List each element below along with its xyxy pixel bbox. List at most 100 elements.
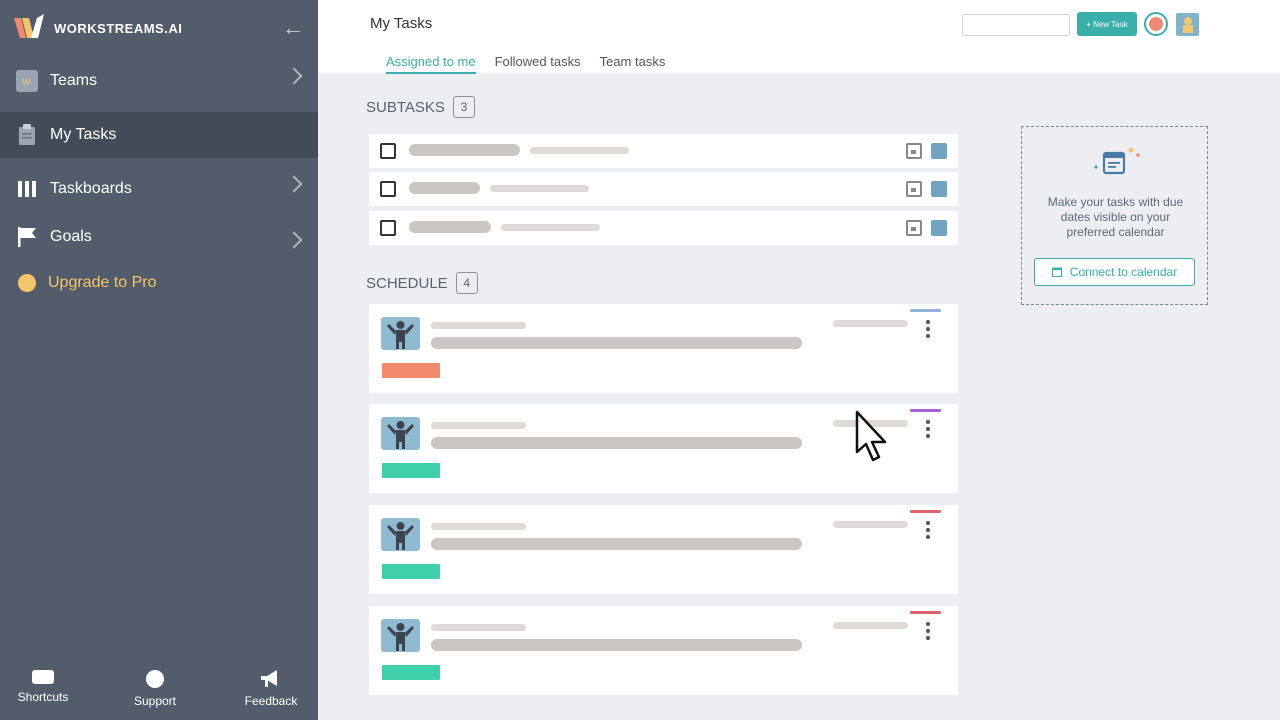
text-placeholder [431, 337, 802, 349]
date-placeholder [833, 622, 908, 629]
feedback-label: Feedback [244, 694, 298, 708]
sidebar-item-label: Taskboards [50, 180, 132, 197]
sidebar-item-teams[interactable]: W Teams [0, 58, 318, 104]
search-input[interactable] [962, 14, 1070, 36]
assignee-avatar[interactable] [381, 417, 420, 450]
upgrade-dot-icon [18, 274, 36, 292]
task-tag [382, 665, 440, 680]
calendar-promo-text: Make your tasks with due dates visible o… [1047, 195, 1184, 239]
tab-followed-tasks[interactable]: Followed tasks [495, 54, 581, 74]
person-icon [387, 321, 414, 349]
task-card[interactable] [369, 304, 958, 393]
task-tag [382, 463, 440, 478]
subtasks-title: SUBTASKS [366, 98, 445, 116]
schedule-title: SCHEDULE [366, 274, 448, 292]
header: My Tasks Assigned to me Followed tasks T… [318, 0, 1280, 74]
task-card[interactable] [369, 606, 958, 695]
sidebar-item-label: Teams [50, 72, 98, 89]
date-placeholder [833, 320, 908, 327]
sidebar: WORKSTREAMS.AI ← W Teams My Tasks Taskbo… [0, 0, 318, 720]
columns-icon [16, 178, 38, 200]
mouse-cursor-icon [855, 410, 887, 462]
priority-indicator [910, 611, 941, 614]
assignee-avatar[interactable] [381, 518, 420, 551]
shortcuts-button[interactable]: Shortcuts [0, 670, 88, 704]
sidebar-item-upgrade[interactable]: Upgrade to Pro [0, 260, 318, 306]
subtask-checkbox[interactable] [380, 220, 396, 236]
chevron-right-icon [285, 67, 303, 85]
workstreams-logo-icon [14, 14, 44, 38]
new-task-button[interactable]: + New Task [1077, 12, 1137, 36]
priority-indicator [910, 510, 941, 513]
text-placeholder [501, 224, 600, 231]
text-placeholder [409, 144, 520, 156]
subtasks-header: SUBTASKS 3 [366, 96, 475, 118]
priority-indicator [910, 309, 941, 312]
calendar-icon[interactable] [906, 181, 922, 197]
brand-name: WORKSTREAMS.AI [54, 20, 183, 36]
assignee-avatar[interactable] [381, 317, 420, 350]
sidebar-item-goals[interactable]: Goals [0, 214, 318, 260]
subtasks-count-badge: 3 [452, 96, 475, 118]
more-options-icon[interactable] [925, 420, 931, 440]
text-placeholder [409, 221, 491, 233]
support-label: Support [133, 694, 177, 708]
collapse-sidebar-icon[interactable]: ← [282, 17, 304, 39]
sidebar-item-my-tasks[interactable]: My Tasks [0, 112, 318, 158]
text-placeholder [431, 322, 526, 329]
task-tag [382, 363, 440, 378]
assignee-icon[interactable] [931, 220, 947, 236]
subtask-checkbox[interactable] [380, 143, 396, 159]
text-placeholder [431, 523, 526, 530]
flag-icon [16, 226, 38, 248]
assignee-icon[interactable] [931, 181, 947, 197]
calendar-icon[interactable] [906, 220, 922, 236]
team-icon: W [16, 70, 38, 92]
schedule-count-badge: 4 [455, 272, 478, 294]
more-options-icon[interactable] [925, 320, 931, 340]
more-options-icon[interactable] [925, 521, 931, 541]
subtask-row[interactable] [369, 134, 958, 168]
sidebar-item-label: My Tasks [50, 126, 117, 143]
support-button[interactable]: Support [110, 670, 200, 708]
calendar-icon [1094, 147, 1140, 175]
text-placeholder [431, 639, 802, 651]
text-placeholder [409, 182, 480, 194]
user-avatar[interactable] [1144, 12, 1168, 36]
more-options-icon[interactable] [925, 622, 931, 642]
calendar-small-icon [1051, 267, 1062, 277]
feedback-button[interactable]: Feedback [226, 670, 316, 708]
connect-calendar-label: Connect to calendar [1069, 265, 1178, 279]
tab-bar: Assigned to me Followed tasks Team tasks [386, 54, 684, 74]
svg-text:W: W [22, 77, 31, 87]
text-placeholder [431, 437, 802, 449]
subtask-row[interactable] [369, 211, 958, 245]
tab-team-tasks[interactable]: Team tasks [600, 54, 666, 74]
page-title: My Tasks [370, 15, 433, 32]
clipboard-icon [16, 124, 38, 146]
subtask-row[interactable] [369, 172, 958, 206]
tab-assigned-to-me[interactable]: Assigned to me [386, 54, 476, 74]
connect-calendar-button[interactable]: Connect to calendar [1034, 258, 1195, 286]
calendar-promo: Make your tasks with due dates visible o… [1021, 126, 1208, 305]
megaphone-icon [261, 670, 277, 687]
sidebar-item-label: Upgrade to Pro [48, 274, 157, 291]
assignee-icon[interactable] [931, 143, 947, 159]
star-badge-icon [1149, 17, 1163, 31]
person-icon [387, 421, 414, 449]
assignee-avatar[interactable] [381, 619, 420, 652]
task-tag [382, 564, 440, 579]
brand-logo[interactable]: WORKSTREAMS.AI [14, 14, 182, 42]
text-placeholder [490, 185, 589, 192]
text-placeholder [431, 624, 526, 631]
subtask-checkbox[interactable] [380, 181, 396, 197]
calendar-icon[interactable] [906, 143, 922, 159]
text-placeholder [431, 422, 526, 429]
date-placeholder [833, 521, 908, 528]
task-card[interactable] [369, 505, 958, 594]
sidebar-item-taskboards[interactable]: Taskboards [0, 166, 318, 212]
person-icon [387, 522, 414, 550]
person-icon [1183, 17, 1193, 33]
text-placeholder [431, 538, 802, 550]
profile-avatar[interactable] [1176, 13, 1199, 36]
